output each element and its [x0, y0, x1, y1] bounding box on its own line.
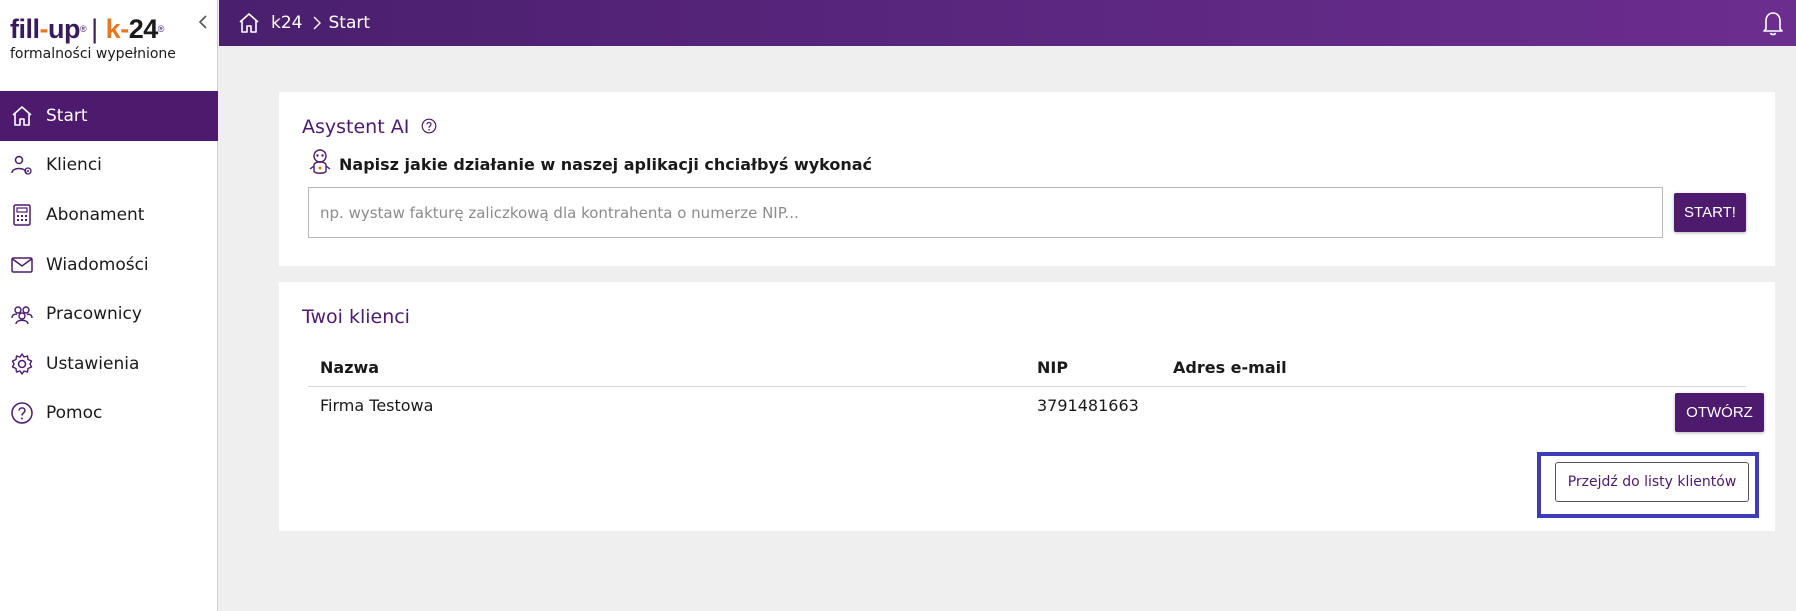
sidebar-nav: Start Klienci Abonament Wiadomości Praco…: [0, 91, 218, 438]
start-button[interactable]: START!: [1674, 193, 1746, 232]
logo[interactable]: fill-up® | k-24® formalności wypełnione: [10, 14, 200, 74]
home-icon: [9, 103, 35, 129]
breadcrumb-k24[interactable]: k24: [271, 13, 302, 33]
open-client-button[interactable]: OTWÓRZ: [1675, 393, 1764, 432]
sidebar-item-abonament[interactable]: Abonament: [0, 190, 218, 240]
sidebar-item-pracownicy[interactable]: Pracownicy: [0, 289, 218, 339]
go-to-client-list-button[interactable]: Przejdź do listy klientów: [1555, 462, 1749, 502]
home-icon[interactable]: [237, 10, 263, 36]
bell-icon[interactable]: [1760, 9, 1786, 37]
ai-prompt: Napisz jakie działanie w naszej aplikacj…: [307, 147, 872, 181]
sidebar: fill-up® | k-24® formalności wypełnione St…: [0, 0, 218, 611]
table-row: Firma Testowa 3791481663 OTWÓRZ: [308, 387, 1764, 435]
ai-assistant-title: Asystent AI: [302, 116, 437, 139]
logo-tagline: formalności wypełnione: [10, 46, 176, 62]
ai-prompt-text: Napisz jakie działanie w naszej aplikacj…: [339, 154, 873, 174]
sidebar-item-label: Abonament: [46, 204, 145, 225]
column-header-nip[interactable]: NIP: [1037, 358, 1068, 377]
clients-title: Twoi klienci: [302, 306, 410, 328]
clients-icon: [9, 152, 35, 178]
sidebar-item-label: Klienci: [46, 155, 102, 176]
sidebar-item-label: Pracownicy: [46, 304, 142, 325]
sidebar-item-klienci[interactable]: Klienci: [0, 141, 218, 191]
column-header-email[interactable]: Adres e-mail: [1173, 358, 1287, 377]
calculator-icon: [9, 202, 35, 228]
breadcrumb-start: Start: [328, 13, 371, 33]
collapse-sidebar-button[interactable]: [196, 14, 210, 30]
sidebar-item-label: Ustawienia: [46, 353, 140, 374]
client-nip: 3791481663: [1037, 396, 1139, 415]
question-circle-icon[interactable]: [421, 117, 437, 139]
ai-command-input[interactable]: [308, 187, 1663, 238]
sidebar-item-ustawienia[interactable]: Ustawienia: [0, 339, 218, 389]
sidebar-item-label: Wiadomości: [46, 254, 149, 275]
column-header-name[interactable]: Nazwa: [320, 358, 379, 377]
ai-assistant-card: Asystent AI Napisz jakie działanie w nas…: [279, 92, 1775, 266]
team-icon: [9, 301, 35, 327]
sidebar-item-start[interactable]: Start: [0, 91, 218, 141]
sidebar-item-label: Start: [46, 105, 88, 126]
logo-wordmark: fill-up® | k-24®: [10, 14, 164, 44]
sidebar-item-label: Pomoc: [46, 403, 103, 424]
mail-icon: [9, 252, 35, 278]
chevron-right-icon: [313, 16, 322, 30]
client-name: Firma Testowa: [320, 396, 434, 415]
chevron-left-icon: [198, 15, 207, 29]
sidebar-item-wiadomosci[interactable]: Wiadomości: [0, 240, 218, 290]
top-bar: k24 Start: [219, 0, 1796, 46]
table-header: Nazwa NIP Adres e-mail: [308, 349, 1746, 387]
clients-card: Twoi klienci Nazwa NIP Adres e-mail Firm…: [279, 282, 1775, 531]
robot-icon: [307, 147, 333, 181]
clients-table: Nazwa NIP Adres e-mail Firma Testowa 379…: [308, 349, 1764, 435]
help-icon: [9, 400, 35, 426]
sidebar-item-pomoc[interactable]: Pomoc: [0, 389, 218, 439]
gear-icon: [9, 351, 35, 377]
